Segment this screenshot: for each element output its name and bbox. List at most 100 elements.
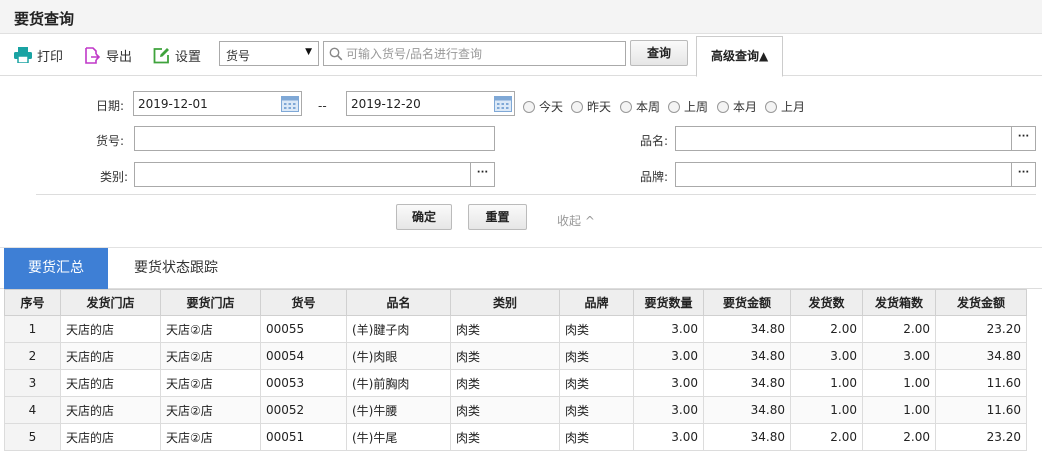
brand-picker-button[interactable]: ··· — [1011, 162, 1036, 187]
radio-label: 上周 — [684, 100, 709, 114]
collapse-link[interactable]: 收起 ^ — [557, 212, 595, 229]
table-cell: (牛)牛腰 — [346, 396, 451, 424]
table-cell: (牛)前胸肉 — [346, 369, 451, 397]
table-cell: 11.60 — [935, 396, 1027, 424]
table-cell: 肉类 — [450, 342, 560, 370]
table-cell: 5 — [4, 423, 61, 451]
table-cell: 00054 — [260, 342, 347, 370]
column-header[interactable]: 发货数 — [790, 289, 863, 316]
reset-button[interactable]: 重置 — [468, 204, 527, 230]
table-cell: 34.80 — [703, 396, 791, 424]
table-cell: 3.00 — [633, 315, 704, 343]
radio-yesterday[interactable]: 昨天 — [571, 98, 611, 115]
print-label: 打印 — [37, 49, 64, 65]
table-cell: 34.80 — [935, 342, 1027, 370]
radio-this-week[interactable]: 本周 — [620, 98, 660, 115]
category-picker-button[interactable]: ··· — [470, 162, 495, 187]
divider — [36, 194, 1036, 195]
table-header-row: 序号 发货门店 要货门店 货号 品名 类别 品牌 要货数量 要货金额 发货数 发… — [4, 289, 1027, 316]
table-cell: (牛)牛尾 — [346, 423, 451, 451]
radio-label: 本月 — [733, 100, 758, 114]
product-name-input[interactable]: ··· — [675, 126, 1036, 151]
radio-today[interactable]: 今天 — [523, 98, 563, 115]
table-cell: 34.80 — [703, 423, 791, 451]
radio-circle — [668, 100, 680, 113]
table-cell: 天店的店 — [60, 369, 161, 397]
category-label: 类别: — [100, 170, 129, 184]
table-cell: 3.00 — [790, 342, 863, 370]
column-header[interactable]: 发货金额 — [935, 289, 1027, 316]
print-button[interactable]: 打印 — [14, 45, 63, 65]
radio-last-month[interactable]: 上月 — [765, 98, 805, 115]
category-input[interactable]: ··· — [134, 162, 495, 187]
product-name-label: 品名: — [640, 134, 669, 148]
date-from-input[interactable]: 2019-12-01 — [133, 91, 302, 116]
item-no-input[interactable] — [134, 126, 495, 151]
column-header[interactable]: 发货箱数 — [862, 289, 936, 316]
date-to-input[interactable]: 2019-12-20 — [346, 91, 515, 116]
advanced-search-toggle[interactable]: 高级查询▲ — [696, 36, 783, 77]
table-cell: 肉类 — [559, 396, 634, 424]
table-cell: 23.20 — [935, 423, 1027, 451]
table-cell: 3.00 — [633, 342, 704, 370]
table-cell: 肉类 — [559, 342, 634, 370]
table-cell: 00053 — [260, 369, 347, 397]
table-cell: (牛)肉眼 — [346, 342, 451, 370]
date-from-value: 2019-12-01 — [138, 97, 208, 111]
export-button[interactable]: 导出 — [84, 45, 132, 65]
column-header[interactable]: 发货门店 — [60, 289, 161, 316]
table-cell: 天店的店 — [60, 342, 161, 370]
radio-label: 本周 — [636, 100, 661, 114]
column-header[interactable]: 类别 — [450, 289, 560, 316]
column-header[interactable]: 品牌 — [559, 289, 634, 316]
table-cell: 1.00 — [862, 369, 936, 397]
search-input[interactable] — [346, 44, 622, 63]
column-header[interactable]: 品名 — [346, 289, 451, 316]
table-cell: 2.00 — [862, 423, 936, 451]
table-cell: 3.00 — [862, 342, 936, 370]
date-to-value: 2019-12-20 — [351, 97, 421, 111]
results-table: 序号 发货门店 要货门店 货号 品名 类别 品牌 要货数量 要货金额 发货数 发… — [4, 289, 1027, 451]
search-field-select[interactable]: 货号 ▼ — [219, 41, 319, 66]
query-button[interactable]: 查询 — [630, 40, 688, 66]
table-row[interactable]: 1 天店的店 天店②店 00055 (羊)腱子肉 肉类 肉类 3.00 34.8… — [4, 315, 1027, 343]
table-cell: 天店的店 — [60, 315, 161, 343]
table-cell: 1.00 — [862, 396, 936, 424]
table-cell: 3 — [4, 369, 61, 397]
radio-circle — [717, 100, 729, 113]
table-row[interactable]: 5 天店的店 天店②店 00051 (牛)牛尾 肉类 肉类 3.00 34.80… — [4, 423, 1027, 451]
table-cell: 天店②店 — [160, 342, 261, 370]
chevron-down-icon: ▼ — [305, 47, 312, 57]
radio-last-week[interactable]: 上周 — [668, 98, 708, 115]
radio-circle — [523, 100, 535, 113]
column-header[interactable]: 要货数量 — [633, 289, 704, 316]
tab-order-summary[interactable]: 要货汇总 — [4, 248, 108, 289]
table-cell: 3.00 — [633, 369, 704, 397]
table-row[interactable]: 2 天店的店 天店②店 00054 (牛)肉眼 肉类 肉类 3.00 34.80… — [4, 342, 1027, 370]
filter-form: 日期: 2019-12-01 -- 2019-12-20 今天 昨天 本周 上周… — [0, 77, 1042, 247]
table-cell: 肉类 — [450, 396, 560, 424]
tab-order-status-tracking[interactable]: 要货状态跟踪 — [112, 248, 240, 289]
radio-label: 今天 — [539, 100, 564, 114]
column-header[interactable]: 要货金额 — [703, 289, 791, 316]
column-header[interactable]: 要货门店 — [160, 289, 261, 316]
table-row[interactable]: 4 天店的店 天店②店 00052 (牛)牛腰 肉类 肉类 3.00 34.80… — [4, 396, 1027, 424]
table-cell: 天店的店 — [60, 396, 161, 424]
product-name-picker-button[interactable]: ··· — [1011, 126, 1036, 151]
table-cell: 1.00 — [790, 369, 863, 397]
column-header[interactable]: 货号 — [260, 289, 347, 316]
page-title: 要货查询 — [14, 10, 75, 28]
table-cell: 34.80 — [703, 369, 791, 397]
brand-input[interactable]: ··· — [675, 162, 1036, 187]
table-cell: 2.00 — [790, 423, 863, 451]
radio-this-month[interactable]: 本月 — [717, 98, 757, 115]
column-header[interactable]: 序号 — [4, 289, 61, 316]
table-cell: 肉类 — [450, 315, 560, 343]
table-row[interactable]: 3 天店的店 天店②店 00053 (牛)前胸肉 肉类 肉类 3.00 34.8… — [4, 369, 1027, 397]
table-cell: 1.00 — [790, 396, 863, 424]
settings-button[interactable]: 设置 — [153, 45, 201, 65]
confirm-button[interactable]: 确定 — [396, 204, 452, 230]
title-bar: 要货查询 — [0, 0, 1042, 34]
tab-bar: 要货汇总 要货状态跟踪 — [0, 247, 1042, 289]
item-no-label: 货号: — [96, 134, 125, 148]
